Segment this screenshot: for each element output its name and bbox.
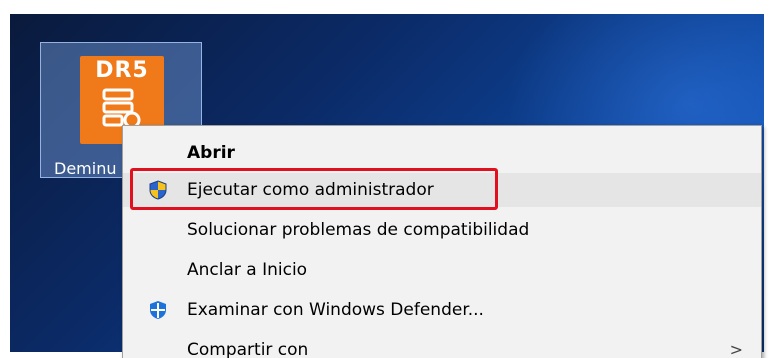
menu-item-label: Solucionar problemas de compatibilidad — [187, 220, 530, 240]
windows-defender-icon — [150, 301, 166, 319]
uac-shield-icon — [149, 180, 167, 200]
app-logo-text: DR5 — [95, 58, 149, 83]
context-menu: Abrir Ejecutar como administrador Soluci… — [122, 125, 762, 358]
menu-item-troubleshoot-compatibility[interactable]: Solucionar problemas de compatibilidad — [123, 213, 761, 247]
menu-item-share-with[interactable]: Compartir con > — [123, 333, 761, 358]
menu-item-label: Ejecutar como administrador — [187, 180, 434, 200]
menu-item-run-as-admin[interactable]: Ejecutar como administrador — [123, 173, 761, 207]
desktop-icon-label[interactable]: Deminu — [54, 159, 116, 178]
menu-item-scan-defender[interactable]: Examinar con Windows Defender... — [123, 293, 761, 327]
menu-item-pin-to-start[interactable]: Anclar a Inicio — [123, 253, 761, 287]
menu-item-label: Anclar a Inicio — [187, 260, 308, 280]
menu-item-abrir[interactable]: Abrir — [123, 136, 761, 170]
menu-item-label: Compartir con — [187, 340, 309, 358]
chevron-right-icon: > — [729, 340, 743, 358]
menu-item-label: Examinar con Windows Defender... — [187, 300, 484, 320]
menu-item-label: Abrir — [187, 143, 235, 163]
screenshot-frame: DR5 Deminu Abrir Ejecutar como administr… — [0, 0, 774, 358]
